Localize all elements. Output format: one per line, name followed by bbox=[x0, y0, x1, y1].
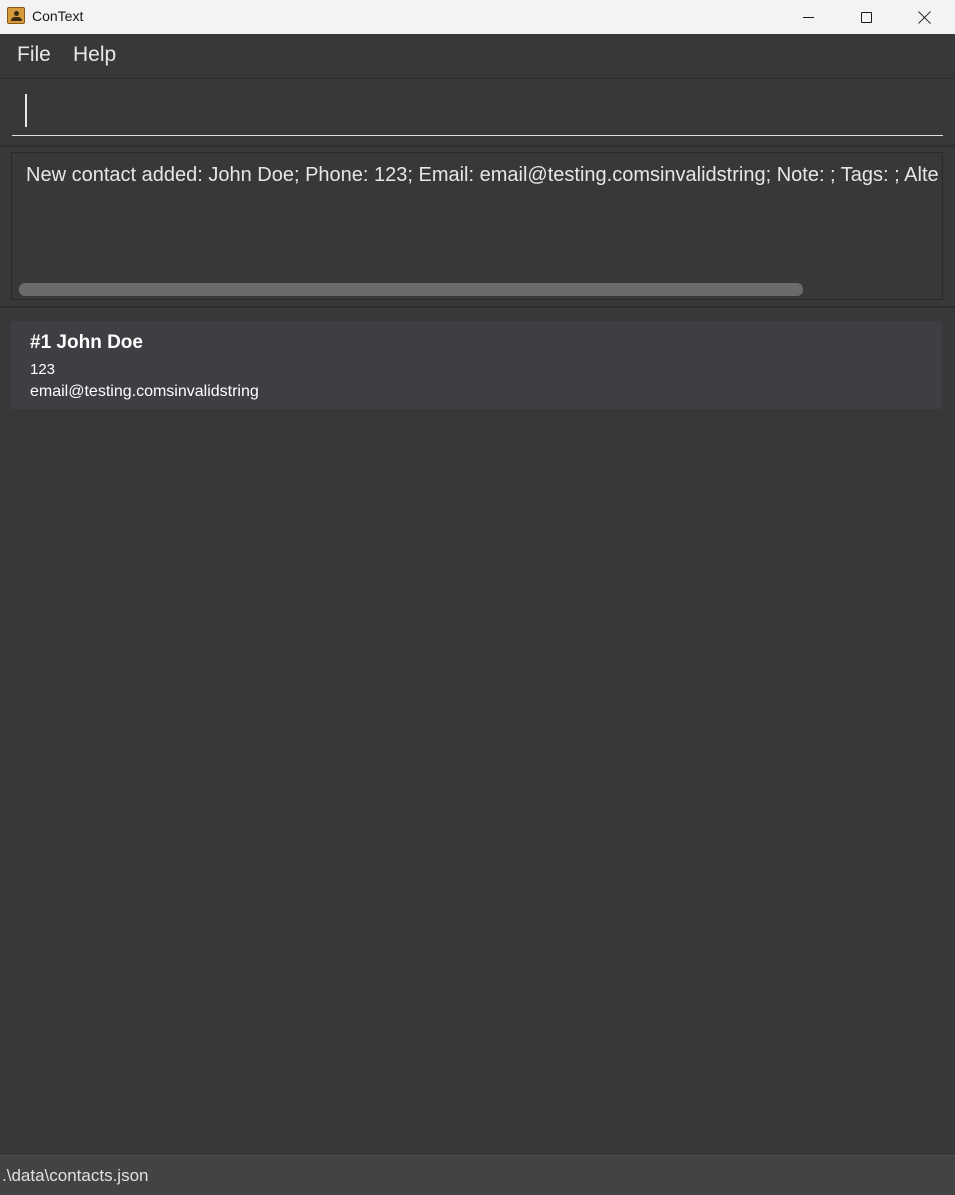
close-button[interactable] bbox=[895, 0, 953, 34]
result-message: New contact added: John Doe; Phone: 123;… bbox=[26, 164, 939, 186]
text-caret bbox=[25, 94, 27, 127]
command-box bbox=[0, 80, 955, 144]
horizontal-scrollbar[interactable] bbox=[19, 283, 803, 296]
menu-help[interactable]: Help bbox=[73, 43, 116, 67]
maximize-icon bbox=[860, 11, 872, 23]
menu-file[interactable]: File bbox=[17, 43, 51, 67]
minimize-icon bbox=[802, 16, 814, 18]
contact-name: #1 John Doe bbox=[30, 332, 143, 353]
menu-bar: File Help bbox=[0, 34, 955, 79]
contact-email: email@testing.comsinvalidstring bbox=[30, 383, 259, 400]
contact-list[interactable]: #1 John Doe 123 email@testing.comsinvali… bbox=[0, 308, 955, 1155]
window-title: ConText bbox=[32, 8, 84, 24]
contact-card[interactable]: #1 John Doe 123 email@testing.comsinvali… bbox=[11, 321, 942, 409]
app-window: ConText File Help New contact added: Joh… bbox=[0, 0, 955, 1195]
divider bbox=[0, 145, 955, 147]
result-display[interactable]: New contact added: John Doe; Phone: 123;… bbox=[11, 152, 943, 300]
contact-book-icon bbox=[7, 7, 25, 24]
status-bar: .\data\contacts.json bbox=[0, 1155, 955, 1195]
minimize-button[interactable] bbox=[779, 0, 837, 34]
command-input[interactable] bbox=[12, 90, 943, 136]
close-icon bbox=[918, 11, 931, 24]
maximize-button[interactable] bbox=[837, 0, 895, 34]
title-bar[interactable]: ConText bbox=[0, 0, 955, 34]
data-file-path: .\data\contacts.json bbox=[2, 1166, 149, 1185]
contact-phone: 123 bbox=[30, 361, 56, 378]
